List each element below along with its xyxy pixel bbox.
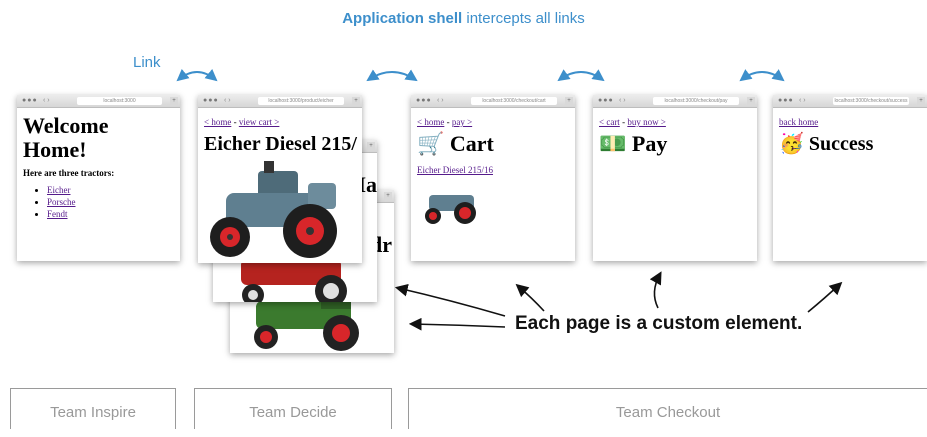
team-inspire-box: Team Inspire	[10, 388, 176, 429]
team-decide-box: Team Decide	[194, 388, 392, 429]
callout-text: Each page is a custom element.	[515, 313, 803, 334]
callout-arrow-cart	[515, 283, 545, 312]
callout-arrows	[394, 271, 843, 331]
callout-arrow-success	[807, 281, 843, 313]
team-checkout-box: Team Checkout	[408, 388, 927, 429]
callout-arrow-pay	[649, 271, 662, 309]
callout-arrow-product-2	[408, 317, 506, 331]
callout-arrow-product	[394, 283, 506, 317]
